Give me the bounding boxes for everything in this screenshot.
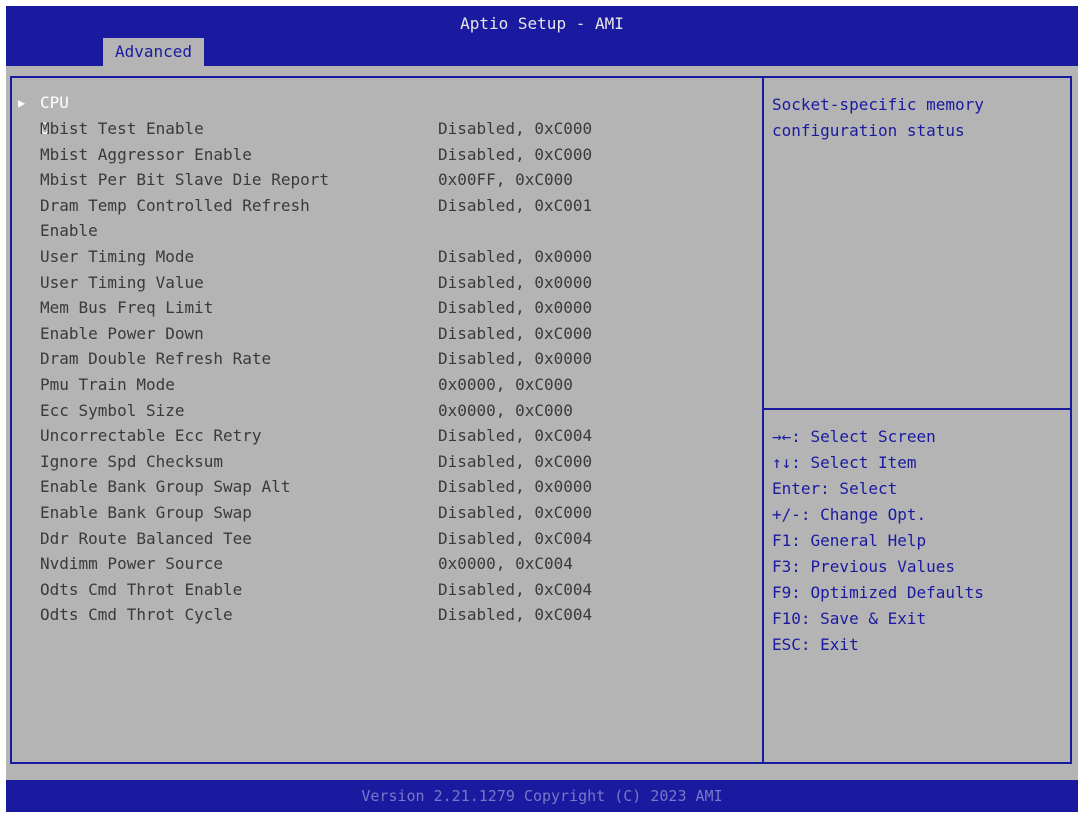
setting-label: Odts Cmd Throt Enable	[40, 579, 243, 599]
setting-label: Mem Bus Freq Limit	[40, 298, 214, 318]
setting-value: Disabled, 0x0000	[438, 298, 593, 318]
setting-label: Enable Bank Group Swap	[40, 503, 252, 522]
setting-label: User Timing Value	[40, 272, 204, 292]
setting-row[interactable]: Mem Bus Freq Limit Disabled, 0x0000	[12, 295, 762, 321]
tab-advanced[interactable]: Advanced	[103, 38, 205, 66]
help-description: Socket-specific memory configuration sta…	[772, 92, 1062, 144]
key-hint-change-opt: +/-: Change Opt.	[772, 505, 927, 524]
help-divider	[764, 408, 1070, 410]
setting-value: Disabled, 0xC000	[438, 144, 593, 164]
bios-screen: Aptio Setup - AMI Advanced ▶ CPU 0 Mbist…	[6, 6, 1078, 812]
setting-value: Disabled, 0xC004	[438, 528, 593, 548]
setting-row[interactable]: Odts Cmd Throt Cycle Disabled, 0xC004	[12, 602, 762, 628]
setting-label: Mbist Per Bit Slave Die Report	[40, 170, 329, 190]
setting-value: 0x0000, 0xC000	[438, 400, 573, 420]
help-panel: Socket-specific memory configuration sta…	[762, 76, 1072, 764]
setting-label: Uncorrectable Ecc Retry	[40, 426, 262, 446]
setting-label: User Timing Mode	[40, 247, 195, 266]
setting-label: Dram Double Refresh Rate	[40, 349, 272, 369]
setting-value: Disabled, 0xC004	[438, 426, 593, 446]
setting-label: Mbist Aggressor Enable	[40, 144, 252, 164]
setting-row[interactable]: Pmu Train Mode 0x0000, 0xC000	[12, 372, 762, 398]
setting-value: 0x0000, 0xC000	[438, 375, 573, 394]
setting-row[interactable]: Ecc Symbol Size 0x0000, 0xC000	[12, 398, 762, 424]
settings-panel: ▶ CPU 0 Mbist Test Enable Disabled, 0xC00…	[10, 76, 762, 764]
key-hint-enter: Enter: Select	[772, 479, 898, 498]
setting-row[interactable]: User Timing Mode Disabled, 0x0000	[12, 244, 762, 270]
key-hint-select-screen: →←: Select Screen	[772, 427, 936, 446]
setting-row[interactable]: Mbist Test Enable Disabled, 0xC000	[12, 116, 762, 142]
key-hint-save-exit: F10: Save & Exit	[772, 609, 927, 628]
version-text: Version 2.21.1279 Copyright (C) 2023 AMI	[361, 787, 723, 805]
setting-value: Disabled, 0xC000	[438, 451, 593, 471]
setting-row[interactable]: Uncorrectable Ecc Retry Disabled, 0xC004	[12, 423, 762, 449]
key-hint-optimized-defaults: F9: Optimized Defaults	[772, 583, 984, 602]
setting-value: Disabled, 0x0000	[438, 477, 593, 497]
setting-row[interactable]: Enable Bank Group Swap Disabled, 0xC000	[12, 500, 762, 526]
setting-value: Disabled, 0xC000	[438, 323, 593, 343]
setting-value: 0x0000, 0xC004	[438, 554, 573, 574]
key-hint-general-help: F1: General Help	[772, 531, 927, 550]
title-bar: Aptio Setup - AMI Advanced	[6, 6, 1078, 66]
setting-row[interactable]: Mbist Per Bit Slave Die Report 0x00FF, 0x…	[12, 167, 762, 193]
key-hint-previous-values: F3: Previous Values	[772, 557, 956, 576]
setting-label: Ecc Symbol Size	[40, 400, 185, 420]
setting-value: Disabled, 0x0000	[438, 247, 593, 266]
setting-value: Disabled, 0x0000	[438, 272, 593, 292]
setting-label: Enable Bank Group Swap Alt	[40, 477, 291, 497]
setting-label: Enable	[40, 221, 98, 241]
key-legend: →←: Select Screen ↑↓: Select Item Enter:…	[772, 424, 984, 658]
setting-value: Disabled, 0xC001	[438, 195, 593, 215]
setting-row: Enable	[12, 218, 762, 244]
setting-row[interactable]: Enable Power Down Disabled, 0xC000	[12, 321, 762, 347]
setting-label: Dram Temp Controlled Refresh	[40, 195, 310, 215]
setting-label: Ddr Route Balanced Tee	[40, 528, 252, 548]
setting-value: Disabled, 0xC004	[438, 579, 593, 599]
setting-label: Pmu Train Mode	[40, 375, 175, 394]
setting-row[interactable]: Dram Temp Controlled Refresh Disabled, 0x…	[12, 193, 762, 219]
setting-label: Nvdimm Power Source	[40, 554, 224, 574]
help-line: configuration status	[772, 121, 965, 140]
setting-label: Ignore Spd Checksum	[40, 451, 224, 471]
app-title: Aptio Setup - AMI	[460, 14, 624, 33]
setting-value: 0x00FF, 0xC000	[438, 170, 573, 190]
setting-row[interactable]: Ignore Spd Checksum Disabled, 0xC000	[12, 449, 762, 475]
setting-value: Disabled, 0xC000	[438, 503, 593, 522]
setting-row[interactable]: Mbist Aggressor Enable Disabled, 0xC000	[12, 142, 762, 168]
setting-row[interactable]: Enable Bank Group Swap Alt Disabled, 0x00…	[12, 474, 762, 500]
setting-value: Disabled, 0xC004	[438, 605, 593, 625]
setting-value: Disabled, 0x0000	[438, 349, 593, 369]
key-hint-exit: ESC: Exit	[772, 635, 859, 654]
setting-row[interactable]: Nvdimm Power Source 0x0000, 0xC004	[12, 551, 762, 577]
help-line: Socket-specific memory	[772, 95, 984, 114]
setting-label: Odts Cmd Throt Cycle	[40, 605, 233, 625]
setting-row[interactable]: Dram Double Refresh Rate Disabled, 0x0000	[12, 346, 762, 372]
setting-row[interactable]: User Timing Value Disabled, 0x0000	[12, 270, 762, 296]
submenu-arrow-icon: ▶	[18, 96, 26, 110]
setting-row[interactable]: Odts Cmd Throt Enable Disabled, 0xC004	[12, 577, 762, 603]
setting-label: Enable Power Down	[40, 323, 204, 343]
setting-value: Disabled, 0xC000	[438, 119, 593, 138]
footer-bar: Version 2.21.1279 Copyright (C) 2023 AMI	[6, 780, 1078, 812]
key-hint-select-item: ↑↓: Select Item	[772, 453, 917, 472]
setting-row[interactable]: Ddr Route Balanced Tee Disabled, 0xC004	[12, 526, 762, 552]
setting-label: Mbist Test Enable	[40, 119, 204, 138]
